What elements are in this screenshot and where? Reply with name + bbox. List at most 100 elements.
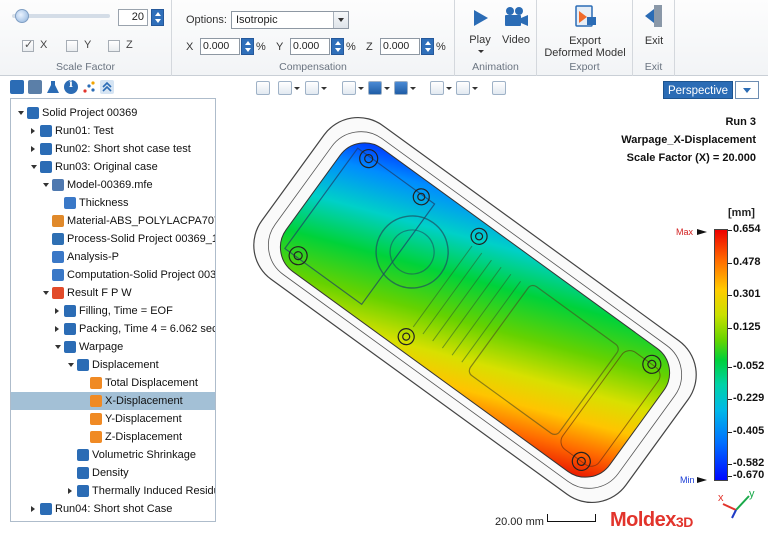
legend-value: -0.229 — [733, 392, 765, 404]
view-direction-dropdown-arrow[interactable] — [358, 87, 364, 90]
display-mode-dropdown-arrow[interactable] — [410, 87, 416, 90]
tree-node-label: Run03: Original case — [55, 161, 158, 173]
expand-arrow-icon[interactable] — [55, 345, 61, 349]
min-arrow-icon — [697, 477, 707, 483]
rotate-icon[interactable] — [305, 81, 319, 95]
exit-icon — [645, 5, 662, 27]
export-deformed-model-button[interactable]: Export Deformed Model — [541, 3, 629, 59]
view-direction-icon[interactable] — [342, 81, 356, 95]
tree-node[interactable]: Displacement — [11, 356, 215, 374]
tree-node[interactable]: Warpage — [11, 338, 215, 356]
hierarchy-icon[interactable] — [28, 80, 42, 94]
play-dropdown-arrow[interactable] — [478, 50, 484, 53]
expand-arrow-icon[interactable] — [18, 111, 24, 115]
rotate-dropdown-arrow[interactable] — [321, 87, 327, 90]
moldex3d-logo: Moldex3D — [610, 509, 693, 531]
tree-node[interactable]: Packing, Time 4 = 6.062 sec (E — [11, 320, 215, 338]
comp-y-unit: % — [346, 41, 356, 53]
x-axis-label: x — [718, 492, 724, 504]
tree-node[interactable]: Run04: Short shot Case — [11, 500, 215, 518]
compensation-options-select[interactable]: Isotropic — [231, 11, 349, 29]
tree-node[interactable]: Z-Displacement — [11, 428, 215, 446]
process-icon — [52, 233, 64, 245]
info-icon[interactable]: i — [64, 79, 78, 94]
pan-dropdown-arrow[interactable] — [294, 87, 300, 90]
material-icon — [52, 215, 64, 227]
tree-node[interactable]: Analysis-P — [11, 248, 215, 266]
z-checkbox[interactable] — [108, 40, 120, 52]
tree-node[interactable]: Solid Project 00369 — [11, 104, 215, 122]
comp-y-spin-button[interactable] — [331, 38, 344, 55]
projection-dropdown[interactable] — [735, 81, 759, 99]
tree-node[interactable]: Y-Displacement — [11, 410, 215, 428]
collapse-arrow-icon[interactable] — [31, 146, 35, 152]
visibility-dropdown-arrow[interactable] — [472, 87, 478, 90]
comp-x-input[interactable]: 0.000 — [200, 38, 240, 55]
residual-icon — [77, 485, 89, 497]
tree-node[interactable]: Volumetric Shrinkage — [11, 446, 215, 464]
collapse-arrow-icon[interactable] — [55, 326, 59, 332]
scatter-icon[interactable] — [82, 80, 96, 94]
scale-factor-input[interactable]: 20 — [118, 9, 148, 26]
tree-node[interactable]: Thickness — [11, 194, 215, 212]
video-button[interactable]: Video — [499, 4, 533, 60]
scale-factor-slider-thumb[interactable] — [15, 9, 29, 23]
tree-node[interactable]: Model-00369.mfe — [11, 176, 215, 194]
clipping-icon[interactable] — [492, 81, 506, 95]
display-mode-icon[interactable] — [394, 81, 408, 95]
projection-button[interactable]: Perspective — [663, 81, 733, 99]
show-all-dropdown-arrow[interactable] — [446, 87, 452, 90]
comp-z-spin-button[interactable] — [421, 38, 434, 55]
collapse-arrow-icon[interactable] — [68, 488, 72, 494]
shading-dropdown-arrow[interactable] — [384, 87, 390, 90]
export-group-label: Export — [569, 61, 600, 73]
collapse-all-icon[interactable] — [100, 80, 114, 94]
legend-value: -0.582 — [733, 457, 765, 469]
comp-y-input[interactable]: 0.000 — [290, 38, 330, 55]
scale-bar — [547, 514, 596, 522]
expand-arrow-icon[interactable] — [68, 363, 74, 367]
expand-arrow-icon[interactable] — [31, 165, 37, 169]
tree-node[interactable]: Density — [11, 464, 215, 482]
tree-node[interactable]: Run02: Short shot case test — [11, 140, 215, 158]
tree-node[interactable]: Result F P W — [11, 284, 215, 302]
expand-arrow-icon[interactable] — [43, 183, 49, 187]
expand-arrow-icon[interactable] — [43, 291, 49, 295]
tree-node[interactable]: Filling, Time = EOF — [11, 302, 215, 320]
comp-x-spin-button[interactable] — [241, 38, 254, 55]
export-icon — [575, 5, 596, 27]
tree-node[interactable]: Run03: Original case — [11, 158, 215, 176]
tree-node[interactable]: Thermally Induced Residual S — [11, 482, 215, 500]
tree-node[interactable]: Total Displacement — [11, 374, 215, 392]
exit-label: Exit — [644, 35, 664, 47]
flask-icon[interactable] — [46, 80, 60, 94]
tree-node[interactable]: Material-ABS_POLYLACPA707_1 — [11, 212, 215, 230]
collapse-arrow-icon[interactable] — [31, 128, 35, 134]
collapse-arrow-icon[interactable] — [31, 506, 35, 512]
shading-icon[interactable] — [368, 81, 382, 95]
x-checkbox[interactable] — [22, 38, 34, 52]
legend-value: -0.670 — [733, 469, 765, 481]
tree-node-label: Z-Displacement — [105, 431, 183, 443]
comp-x-label: X — [186, 41, 194, 53]
legend-value: -0.052 — [733, 360, 765, 372]
exit-button[interactable]: Exit — [637, 3, 671, 53]
comp-z-input[interactable]: 0.000 — [380, 38, 420, 55]
tree-node[interactable]: Process-Solid Project 00369_1.pr — [11, 230, 215, 248]
show-all-icon[interactable] — [430, 81, 444, 95]
tree-node[interactable]: Computation-Solid Project 00369 — [11, 266, 215, 284]
collapse-arrow-icon[interactable] — [55, 308, 59, 314]
chevron-down-icon[interactable] — [333, 12, 348, 28]
y-checkbox[interactable] — [66, 40, 78, 52]
tree-node[interactable]: X-Displacement — [11, 392, 215, 410]
legend-unit: [mm] — [728, 207, 755, 219]
scale-factor-spin-button[interactable] — [151, 9, 164, 26]
comp-z-label: Z — [366, 41, 373, 53]
pan-icon[interactable] — [278, 81, 292, 95]
visibility-eye-icon[interactable] — [456, 81, 470, 95]
displacement-result-icon — [90, 431, 102, 443]
play-button[interactable]: Play — [465, 4, 495, 60]
tree-node[interactable]: Run01: Test — [11, 122, 215, 140]
fit-view-icon[interactable] — [256, 81, 270, 95]
tree-view-icon[interactable] — [10, 80, 24, 94]
